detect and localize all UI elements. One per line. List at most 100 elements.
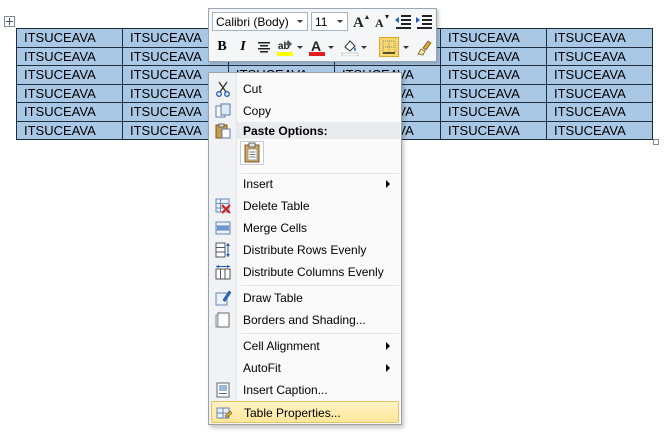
paste-icon bbox=[215, 123, 231, 139]
table-cell[interactable]: ITSUCEAVA bbox=[16, 83, 123, 103]
table-cell[interactable]: ITSUCEAVA bbox=[440, 28, 547, 48]
font-name-value: Calibri (Body) bbox=[216, 15, 289, 29]
menu-item-distribute-columns[interactable]: Distribute Columns Evenly bbox=[211, 261, 399, 283]
chevron-down-icon[interactable] bbox=[297, 20, 303, 23]
table-cell[interactable]: ITSUCEAVA bbox=[440, 83, 547, 103]
table-cell[interactable]: ITSUCEAVA bbox=[546, 120, 653, 140]
table-cell[interactable]: ITSUCEAVA bbox=[440, 46, 547, 66]
menu-item-label: Insert bbox=[243, 177, 274, 191]
paste-option-keep-text-only[interactable] bbox=[240, 141, 264, 165]
borders-shading-icon bbox=[215, 312, 230, 328]
menu-item-delete-table[interactable]: Delete Table bbox=[211, 195, 399, 217]
menu-item-label: AutoFit bbox=[243, 361, 282, 375]
center-align-icon bbox=[258, 42, 270, 53]
delete-table-icon bbox=[215, 198, 231, 214]
menu-item-label: Table Properties... bbox=[244, 406, 341, 420]
chevron-right-icon bbox=[386, 364, 390, 372]
font-color-button[interactable]: A bbox=[307, 37, 327, 57]
increase-indent-icon bbox=[416, 15, 432, 29]
table-resize-handle[interactable] bbox=[653, 139, 659, 145]
keep-text-only-icon bbox=[244, 142, 260, 163]
context-menu: Cut Copy Paste Options: Insert Delete Ta… bbox=[208, 72, 402, 425]
table-cell[interactable]: ITSUCEAVA bbox=[546, 46, 653, 66]
chevron-right-icon bbox=[386, 180, 390, 188]
table-cell[interactable]: ITSUCEAVA bbox=[440, 65, 547, 85]
table-properties-icon bbox=[216, 407, 232, 419]
menu-item-copy[interactable]: Copy bbox=[211, 100, 399, 122]
menu-item-draw-table[interactable]: Draw Table bbox=[211, 287, 399, 309]
chevron-down-icon[interactable] bbox=[403, 46, 409, 49]
highlight-icon: ab bbox=[277, 40, 293, 56]
font-color-icon: A bbox=[309, 38, 325, 56]
paste-options-header: Paste Options: bbox=[237, 122, 400, 139]
italic-icon: I bbox=[240, 39, 246, 54]
chevron-right-icon bbox=[386, 342, 390, 350]
menu-item-label: Insert Caption... bbox=[243, 383, 328, 397]
distribute-rows-icon bbox=[215, 242, 230, 258]
grow-font-button[interactable]: A bbox=[351, 11, 371, 31]
bold-button[interactable]: B bbox=[212, 37, 232, 57]
menu-item-label: Cell Alignment bbox=[243, 339, 320, 353]
decrease-indent-button[interactable] bbox=[393, 11, 413, 31]
format-painter-icon bbox=[417, 40, 432, 56]
mini-toolbar: Calibri (Body) 11 A A B I ab A bbox=[208, 8, 437, 62]
font-size-value: 11 bbox=[315, 15, 328, 29]
draw-table-icon bbox=[215, 290, 231, 306]
font-name-combo[interactable]: Calibri (Body) bbox=[212, 12, 308, 31]
center-align-button[interactable] bbox=[254, 37, 274, 57]
menu-item-insert[interactable]: Insert bbox=[211, 173, 399, 195]
borders-icon bbox=[382, 40, 396, 54]
svg-text:A: A bbox=[353, 15, 364, 30]
table-cell[interactable]: ITSUCEAVA bbox=[16, 102, 123, 122]
font-size-combo[interactable]: 11 bbox=[311, 12, 348, 31]
menu-item-borders-shading[interactable]: Borders and Shading... bbox=[211, 309, 399, 331]
grow-font-icon: A bbox=[353, 15, 369, 30]
shading-icon bbox=[341, 40, 359, 56]
svg-text:A: A bbox=[311, 38, 321, 54]
table-move-handle[interactable] bbox=[4, 16, 15, 27]
menu-item-label: Distribute Columns Evenly bbox=[243, 265, 384, 279]
table-cell[interactable]: ITSUCEAVA bbox=[16, 120, 123, 140]
merge-cells-icon bbox=[215, 221, 231, 235]
table-cell[interactable]: ITSUCEAVA bbox=[16, 28, 123, 48]
increase-indent-button[interactable] bbox=[414, 11, 434, 31]
table-cell[interactable]: ITSUCEAVA bbox=[546, 65, 653, 85]
menu-item-merge-cells[interactable]: Merge Cells bbox=[211, 217, 399, 239]
chevron-down-icon[interactable] bbox=[328, 46, 334, 49]
shrink-font-button[interactable]: A bbox=[372, 11, 392, 31]
menu-item-label: Draw Table bbox=[243, 291, 303, 305]
highlight-button[interactable]: ab bbox=[275, 37, 295, 57]
menu-item-label: Merge Cells bbox=[243, 221, 308, 235]
bold-icon: B bbox=[217, 39, 227, 54]
italic-button[interactable]: I bbox=[233, 37, 253, 57]
chevron-down-icon[interactable] bbox=[361, 46, 367, 49]
menu-item-label: Cut bbox=[243, 82, 262, 96]
shading-button[interactable] bbox=[340, 37, 360, 57]
table-cell[interactable]: ITSUCEAVA bbox=[440, 102, 547, 122]
decrease-indent-icon bbox=[395, 15, 411, 29]
menu-separator bbox=[241, 333, 399, 334]
table-cell[interactable]: ITSUCEAVA bbox=[546, 28, 653, 48]
table-cell[interactable]: ITSUCEAVA bbox=[16, 65, 123, 85]
copy-icon bbox=[215, 103, 231, 118]
menu-item-label: Borders and Shading... bbox=[243, 313, 366, 327]
menu-item-cut[interactable]: Cut bbox=[211, 78, 399, 100]
table-cell[interactable]: ITSUCEAVA bbox=[16, 46, 123, 66]
svg-text:A: A bbox=[375, 16, 384, 30]
shrink-font-icon: A bbox=[375, 15, 389, 30]
table-cell[interactable]: ITSUCEAVA bbox=[546, 83, 653, 103]
menu-item-insert-caption[interactable]: Insert Caption... bbox=[211, 379, 399, 401]
menu-item-label: Distribute Rows Evenly bbox=[243, 243, 367, 257]
format-painter-button[interactable] bbox=[414, 37, 434, 57]
menu-item-cell-alignment[interactable]: Cell Alignment bbox=[211, 335, 399, 357]
borders-button[interactable] bbox=[379, 37, 399, 57]
menu-item-autofit[interactable]: AutoFit bbox=[211, 357, 399, 379]
chevron-down-icon[interactable] bbox=[337, 20, 343, 23]
distribute-columns-icon bbox=[215, 265, 231, 280]
table-cell[interactable]: ITSUCEAVA bbox=[546, 102, 653, 122]
table-cell[interactable]: ITSUCEAVA bbox=[440, 120, 547, 140]
chevron-down-icon[interactable] bbox=[297, 46, 303, 49]
menu-item-distribute-rows[interactable]: Distribute Rows Evenly bbox=[211, 239, 399, 261]
menu-item-label: Delete Table bbox=[243, 199, 310, 213]
menu-item-table-properties[interactable]: Table Properties... bbox=[211, 401, 399, 423]
